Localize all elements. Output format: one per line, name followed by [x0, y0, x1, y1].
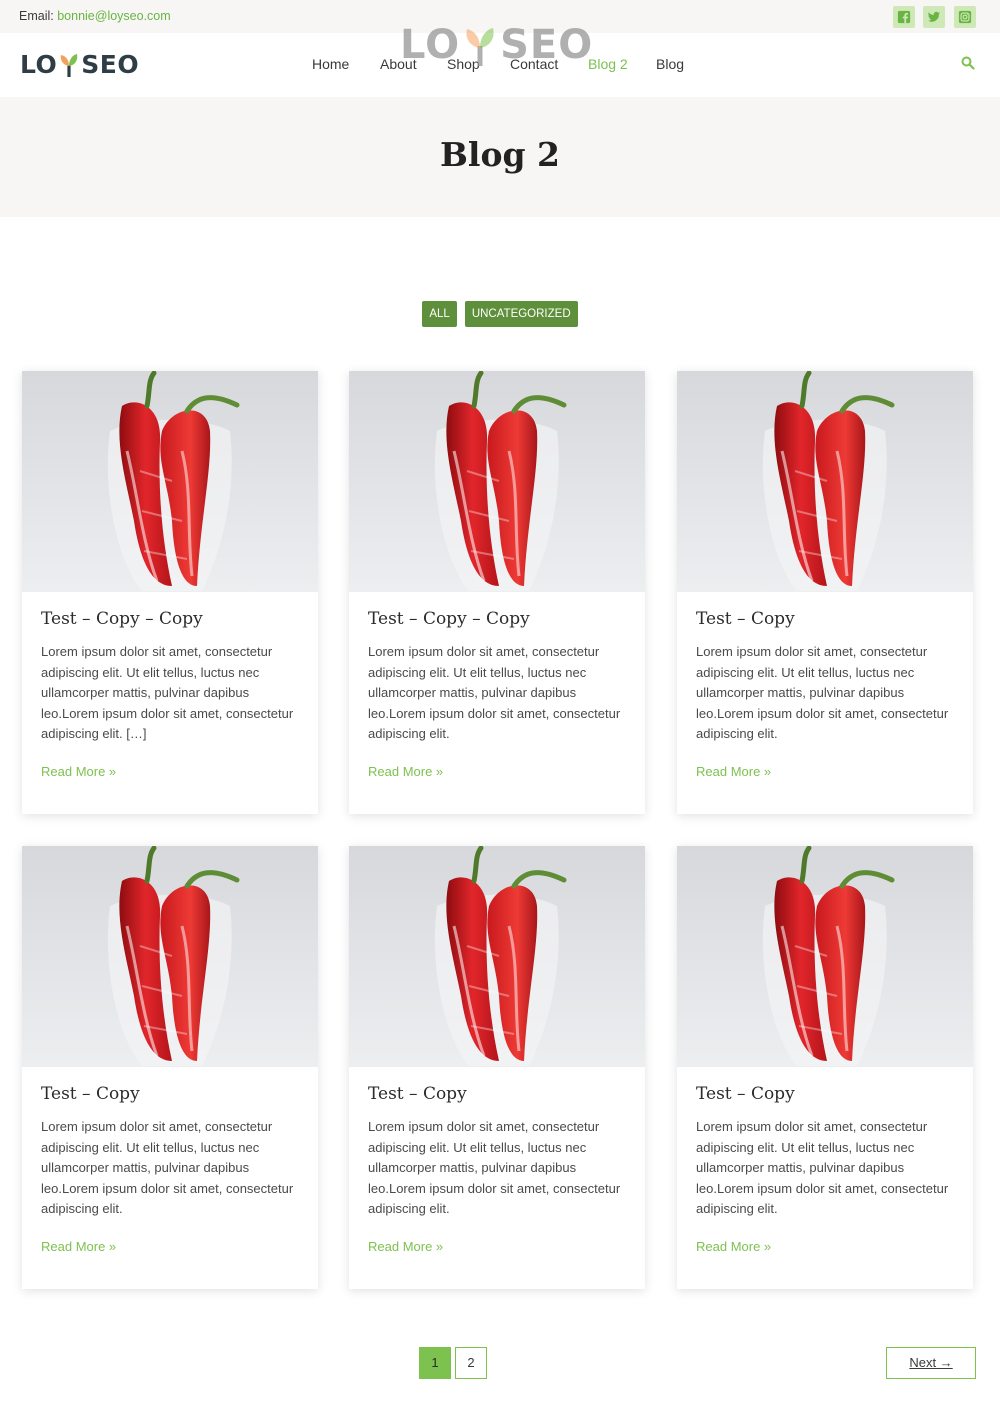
post-thumbnail-image[interactable]: [22, 846, 318, 1067]
post-title[interactable]: Test – Copy: [696, 1084, 795, 1104]
post-thumbnail-image[interactable]: [677, 846, 973, 1067]
facebook-icon[interactable]: [893, 6, 915, 28]
category-filters: ALL UNCATEGORIZED: [0, 301, 1000, 327]
read-more-link[interactable]: Read More »: [41, 764, 116, 779]
post-thumbnail-image[interactable]: [22, 371, 318, 592]
twitter-icon[interactable]: [923, 6, 945, 28]
nav-contact[interactable]: Contact: [510, 56, 558, 72]
nav-home[interactable]: Home: [312, 56, 349, 72]
search-icon[interactable]: [960, 55, 976, 71]
post-excerpt: Lorem ipsum dolor sit amet, consectetur …: [41, 644, 294, 742]
read-more-link[interactable]: Read More »: [696, 1239, 771, 1254]
email-link[interactable]: bonnie@loyseo.com: [57, 9, 170, 23]
post-thumbnail-image[interactable]: [677, 371, 973, 592]
post-thumbnail-image[interactable]: [349, 846, 645, 1067]
read-more-link[interactable]: Read More »: [696, 764, 771, 779]
post-title[interactable]: Test – Copy: [368, 1084, 467, 1104]
next-page-button[interactable]: Next →: [886, 1347, 976, 1379]
top-bar: Email: bonnie@loyseo.com: [0, 0, 1000, 33]
filter-uncategorized-button[interactable]: UNCATEGORIZED: [464, 301, 578, 327]
page-2-button[interactable]: 2: [455, 1347, 487, 1379]
post-title[interactable]: Test – Copy – Copy: [368, 609, 530, 629]
read-more-link[interactable]: Read More »: [368, 1239, 443, 1254]
post-card: Test – Copy – Copy Lorem ipsum dolor sit…: [22, 371, 318, 814]
post-title[interactable]: Test – Copy – Copy: [41, 609, 203, 629]
nav-about[interactable]: About: [380, 56, 417, 72]
nav-blog-2[interactable]: Blog 2: [588, 56, 628, 72]
post-card: Test – Copy Lorem ipsum dolor sit amet, …: [22, 846, 318, 1289]
post-card: Test – Copy Lorem ipsum dolor sit amet, …: [677, 371, 973, 814]
post-excerpt: Lorem ipsum dolor sit amet, consectetur …: [696, 1119, 949, 1217]
nav-shop[interactable]: Shop: [447, 56, 480, 72]
post-excerpt: Lorem ipsum dolor sit amet, consectetur …: [696, 644, 949, 742]
main-nav: Home About Shop Contact Blog 2 Blog: [0, 56, 1000, 76]
page-hero: Blog 2: [0, 97, 1000, 217]
post-excerpt: Lorem ipsum dolor sit amet, consectetur …: [368, 644, 621, 742]
email-label: Email:: [19, 9, 54, 23]
read-more-link[interactable]: Read More »: [368, 764, 443, 779]
post-title[interactable]: Test – Copy: [41, 1084, 140, 1104]
post-card: Test – Copy Lorem ipsum dolor sit amet, …: [349, 846, 645, 1289]
post-excerpt: Lorem ipsum dolor sit amet, consectetur …: [368, 1119, 621, 1217]
filter-all-button[interactable]: ALL: [422, 301, 457, 327]
site-header: LO SEO Home About Shop Contact Blog 2 Bl…: [0, 33, 1000, 97]
post-title[interactable]: Test – Copy: [696, 609, 795, 629]
post-card: Test – Copy – Copy Lorem ipsum dolor sit…: [349, 371, 645, 814]
read-more-link[interactable]: Read More »: [41, 1239, 116, 1254]
post-card: Test – Copy Lorem ipsum dolor sit amet, …: [677, 846, 973, 1289]
contact-email: Email: bonnie@loyseo.com: [19, 9, 171, 23]
nav-blog[interactable]: Blog: [656, 56, 684, 72]
page-1-button[interactable]: 1: [419, 1347, 451, 1379]
post-excerpt: Lorem ipsum dolor sit amet, consectetur …: [41, 1119, 294, 1217]
page-title: Blog 2: [440, 135, 560, 174]
instagram-icon[interactable]: [954, 6, 976, 28]
post-thumbnail-image[interactable]: [349, 371, 645, 592]
